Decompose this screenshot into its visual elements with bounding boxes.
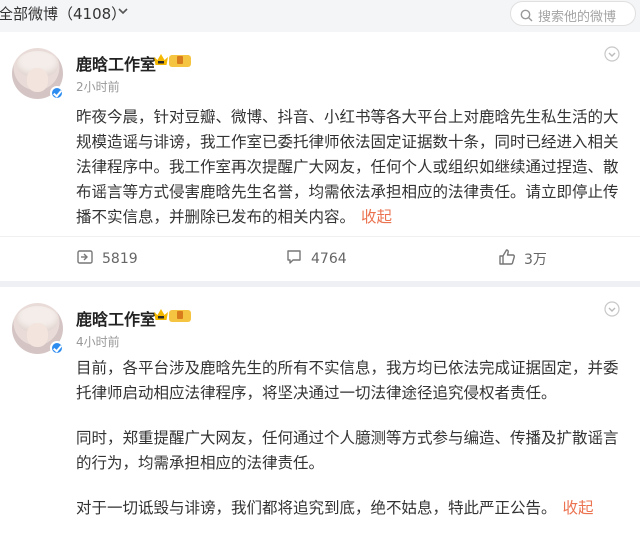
post-paragraph: 目前，各平台涉及鹿晗先生的所有不实信息，我方均已依法完成证据固定，并委托律师启动… bbox=[76, 359, 619, 402]
repost-count: 5819 bbox=[102, 251, 138, 267]
feed-filter-bar: 全部微博（4108） 搜索他的微博 bbox=[0, 0, 640, 32]
collapse-link[interactable]: 收起 bbox=[361, 208, 392, 226]
post-paragraph: 同时，郑重提醒广大网友，任何通过个人臆测等方式参与编造、传播及扩散谣言的行为，均… bbox=[76, 429, 619, 472]
post-text-content: 昨夜今晨，针对豆瓣、微博、抖音、小红书等各大平台上对鹿晗先生私生活的大规模造谣与… bbox=[76, 108, 619, 226]
thumbs-up-icon bbox=[498, 248, 524, 270]
search-box[interactable]: 搜索他的微博 bbox=[510, 1, 636, 26]
comment-button[interactable]: 4764 bbox=[285, 249, 347, 269]
post-actions: 5819 4764 3万 bbox=[0, 237, 640, 281]
chevron-down-icon[interactable] bbox=[604, 301, 620, 322]
repost-icon bbox=[76, 248, 102, 270]
vip-level-icon[interactable] bbox=[169, 55, 191, 67]
all-weibo-tab[interactable]: 全部微博（4108） bbox=[0, 3, 126, 24]
collapse-link[interactable]: 收起 bbox=[563, 499, 594, 517]
repost-button[interactable]: 5819 bbox=[76, 249, 138, 269]
post-card: 鹿晗工作室 4小时前 目前，各平台涉及鹿晗先生的所有不实信息，我方均已依法完成证… bbox=[0, 287, 640, 541]
post-card: 鹿晗工作室 2小时前 昨夜今晨，针对豆瓣、微博、抖音、小红书等各大平台上对鹿晗先… bbox=[0, 32, 640, 281]
comment-count: 4764 bbox=[311, 251, 347, 267]
like-count: 3万 bbox=[524, 252, 547, 268]
verified-badge-icon bbox=[50, 86, 64, 100]
post-time[interactable]: 4小时前 bbox=[76, 333, 120, 350]
comment-icon bbox=[285, 248, 311, 270]
post-text: 昨夜今晨，针对豆瓣、微博、抖音、小红书等各大平台上对鹿晗先生私生活的大规模造谣与… bbox=[76, 105, 628, 230]
author-name[interactable]: 鹿晗工作室 bbox=[76, 306, 156, 330]
search-icon bbox=[520, 7, 533, 26]
post-paragraph: 对于一切诋毁与诽谤，我们都将追究到底，绝不姑息，特此严正公告。 bbox=[76, 499, 557, 517]
author-name[interactable]: 鹿晗工作室 bbox=[76, 51, 156, 75]
crown-icon bbox=[153, 307, 169, 327]
search-input[interactable]: 搜索他的微博 bbox=[538, 6, 616, 25]
chevron-down-icon[interactable] bbox=[604, 46, 620, 67]
crown-icon bbox=[153, 52, 169, 72]
verified-badge-icon bbox=[50, 341, 64, 355]
vip-level-icon[interactable] bbox=[169, 310, 191, 322]
like-button[interactable]: 3万 bbox=[498, 249, 547, 269]
post-text: 目前，各平台涉及鹿晗先生的所有不实信息，我方均已依法完成证据固定，并委托律师启动… bbox=[76, 356, 628, 521]
chevron-down-icon[interactable] bbox=[117, 5, 129, 21]
post-time[interactable]: 2小时前 bbox=[76, 78, 120, 95]
